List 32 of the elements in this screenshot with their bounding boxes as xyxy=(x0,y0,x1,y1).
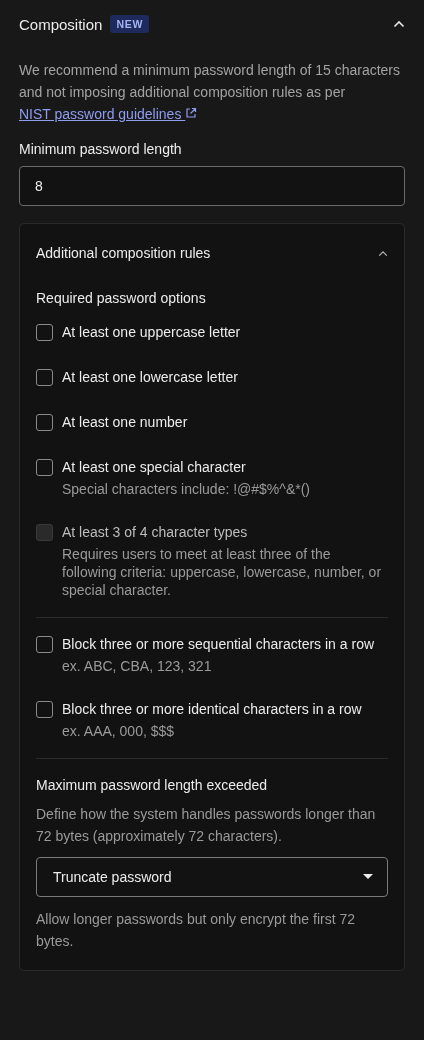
max-length-heading: Maximum password length exceeded xyxy=(36,777,269,793)
truncate-select[interactable]: Truncate password xyxy=(36,857,388,897)
option-label: At least 3 of 4 character types xyxy=(62,523,249,542)
option-hint: ex. AAA, 000, $$$ xyxy=(62,722,176,740)
max-length-description: Define how the system handles passwords longer than 72 bytes (approximately 72 characters). xyxy=(36,805,377,846)
new-badge: NEW xyxy=(110,15,150,33)
option-hint: Special characters include: !@#$%^&*() xyxy=(62,480,310,498)
option-label: Block three or more sequential characters in a row xyxy=(62,635,375,654)
option-label: Block three or more identical characters in a row xyxy=(62,700,362,719)
field-label: Minimum password length xyxy=(19,141,183,157)
option-hint: Requires users to meet at least three of the following criteria: uppercase, lowercase, number, or special character. xyxy=(62,545,383,599)
option-label: At least one uppercase letter xyxy=(62,323,241,342)
recommendation-text: We recommend a minimum password length of 15 characters and not imposing additional composition rules as per NIST password guidelines xyxy=(19,61,401,124)
option-label: At least one special character xyxy=(62,458,247,477)
checkbox[interactable] xyxy=(36,459,53,476)
checkbox[interactable] xyxy=(36,636,53,653)
option-label: At least one lowercase letter xyxy=(62,368,238,387)
external-link-icon xyxy=(185,107,198,119)
nist-guidelines-link[interactable]: NIST password guidelines xyxy=(19,106,198,122)
option-hint: ex. ABC, CBA, 123, 321 xyxy=(62,657,213,675)
collapse-chevron-icon[interactable] xyxy=(378,249,388,257)
option-label: At least one number xyxy=(62,413,188,432)
panel-title: Additional composition rules xyxy=(36,245,211,261)
select-help-text: Allow longer passwords but only encrypt the first 72 bytes. xyxy=(36,910,357,951)
min-length-input[interactable]: 8 xyxy=(19,166,405,206)
checkbox[interactable] xyxy=(36,701,53,718)
checkbox[interactable] xyxy=(36,414,53,431)
checkbox[interactable] xyxy=(36,369,53,386)
dropdown-caret-icon xyxy=(363,874,373,880)
checkbox[interactable] xyxy=(36,324,53,341)
options-heading: Required password options xyxy=(36,290,207,306)
section-title: Composition xyxy=(19,15,103,33)
